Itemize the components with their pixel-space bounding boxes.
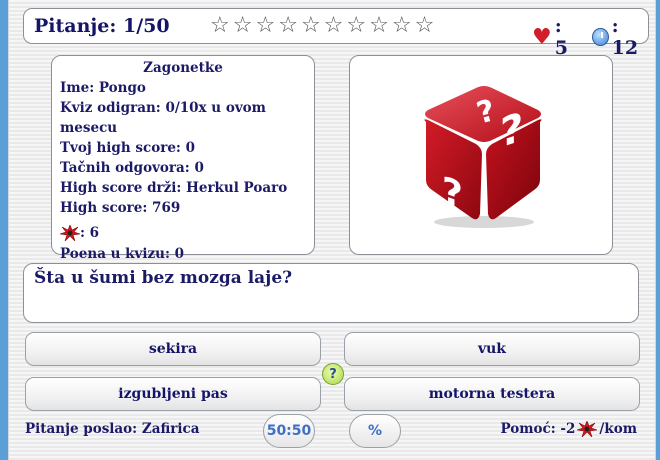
- help-cost-prefix: Pomoć: -2: [500, 421, 576, 437]
- question-text: Šta u šumi bez mozga laje?: [34, 268, 293, 288]
- quiz-played: Kviz odigran: 0/10x u ovom mesecu: [60, 100, 266, 136]
- help-cost-suffix: /kom: [599, 421, 637, 437]
- star-icon: ☆: [210, 13, 230, 38]
- lives-and-timer: ♥ : 5 : 12: [532, 15, 648, 59]
- answer-button-1[interactable]: sekira: [25, 332, 321, 366]
- question-image-panel: ? ? ?: [349, 55, 613, 255]
- game-board: Pitanje: 1/50 ☆ ☆ ☆ ☆ ☆ ☆ ☆ ☆ ☆ ☆ ♥ : 5 …: [8, 0, 656, 460]
- heart-icon: ♥: [532, 24, 552, 50]
- status-bar: Pitanje: 1/50 ☆ ☆ ☆ ☆ ☆ ☆ ☆ ☆ ☆ ☆ ♥ : 5 …: [23, 8, 649, 59]
- question-dice-image: ? ? ?: [424, 86, 542, 228]
- high-score-holder: High score drži: Herkul Poaro: [60, 180, 288, 196]
- star-icon: ☆: [414, 13, 435, 38]
- star-icon: ☆: [300, 13, 321, 38]
- bombs-row: : 6: [59, 222, 306, 244]
- star-icon: ☆: [391, 13, 412, 38]
- answer-button-4[interactable]: motorna testera: [344, 377, 640, 411]
- player-high-score: Tvoj high score: 0: [60, 140, 195, 156]
- help-icon[interactable]: ?: [322, 363, 344, 385]
- svg-text:?: ?: [500, 103, 523, 157]
- question-counter: Pitanje: 1/50: [34, 15, 170, 37]
- quiz-info-panel: Zagonetke Ime: Pongo Kviz odigran: 0/10x…: [51, 55, 315, 262]
- percent-button[interactable]: %: [349, 414, 401, 448]
- lives-count: : 5: [554, 15, 568, 59]
- top-high-score: High score: 769: [60, 200, 181, 216]
- star-icon: ☆: [369, 13, 389, 38]
- answer-button-3[interactable]: izgubljeni pas: [25, 377, 321, 411]
- star-icon: ☆: [323, 13, 344, 38]
- clock-icon: [592, 28, 609, 46]
- star-icon: ☆: [232, 13, 253, 38]
- star-icon: ☆: [346, 13, 367, 38]
- progress-stars: ☆ ☆ ☆ ☆ ☆ ☆ ☆ ☆ ☆ ☆: [210, 14, 434, 38]
- question-box: Šta u šumi bez mozga laje?: [23, 263, 639, 323]
- bomb-icon: [577, 420, 598, 438]
- answer-button-2[interactable]: vuk: [344, 332, 640, 366]
- quiz-points: Poena u kvizu: 0: [60, 246, 185, 262]
- star-icon: ☆: [255, 13, 276, 38]
- bomb-icon: [59, 224, 81, 242]
- fifty-fifty-button[interactable]: 50:50: [263, 414, 315, 448]
- star-icon: ☆: [278, 13, 298, 38]
- timer-count: : 12: [611, 15, 639, 59]
- question-author: Pitanje poslao: Zafirica: [25, 421, 200, 437]
- help-cost: Pomoć: -2 /kom: [500, 420, 637, 438]
- svg-text:?: ?: [442, 167, 463, 217]
- quiz-title: Zagonetke: [143, 60, 223, 76]
- player-name: Ime: Pongo: [60, 80, 146, 96]
- correct-answers: Tačnih odgovora: 0: [60, 160, 204, 176]
- bombs-count: : 6: [80, 225, 100, 241]
